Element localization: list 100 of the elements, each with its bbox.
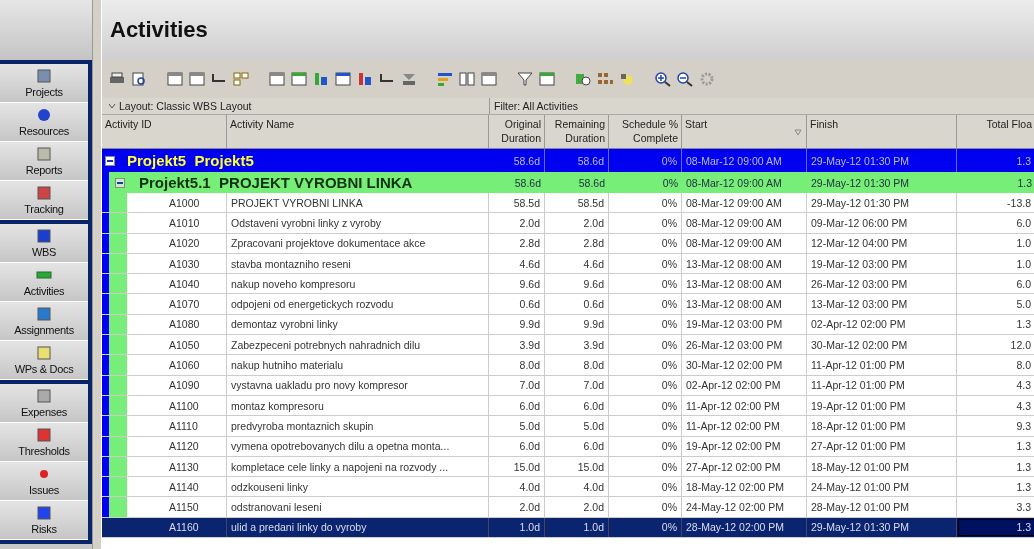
panel-icon[interactable] (268, 71, 286, 87)
project-name: Projekt5 Projekt5 (127, 152, 254, 169)
table-cell: 6.0 (957, 274, 1034, 294)
module-icon (36, 388, 52, 404)
table-cell: 6.0d (489, 395, 545, 416)
table-cell: 24-May-12 02:00 PM (682, 497, 807, 517)
activity-id: A1000 (127, 193, 227, 213)
table-cell: 0.6d (545, 294, 609, 314)
activity-id: A1020 (127, 233, 227, 253)
table-cell: 0% (609, 355, 682, 375)
table-cell: 27-Apr-12 01:00 PM (807, 436, 957, 456)
sidebar-item[interactable]: WPs & Docs (0, 341, 88, 380)
bulb-icon[interactable] (618, 71, 636, 87)
document-icon (36, 345, 52, 361)
table-cell: 2.0d (545, 497, 609, 517)
activity-id: A1080 (127, 314, 227, 335)
table-cell: 11-Apr-12 02:00 PM (682, 416, 807, 436)
sidebar-item[interactable]: Activities (0, 263, 88, 302)
sidebar-item[interactable]: WBS (0, 224, 88, 263)
activity-row[interactable]: A1150 odstranovani leseni 2.0d 2.0d 0% 24-May-12 02:00 PM 28-May-12 01:00 PM 3.3 (102, 497, 1034, 518)
activity-row[interactable]: A1130 kompletace cele linky a napojeni na rozvody ... 15.0d 15.0d 0% 27-Apr-12 02:00 PM 18-May-12 01:00 PM 1.3 (102, 456, 1034, 478)
table-cell: 2.0d (489, 213, 545, 233)
panel-icon[interactable] (538, 71, 556, 87)
table-cell: 58.5d (545, 193, 609, 213)
column-header[interactable]: Start (682, 115, 807, 148)
sidebar-item[interactable]: Risks (0, 501, 88, 540)
table-cell: 1.3 (957, 477, 1034, 497)
activity-row[interactable]: A1060 nakup hutniho materialu 8.0d 8.0d 0% 30-Mar-12 02:00 PM 11-Apr-12 01:00 PM 8.0 (102, 355, 1034, 376)
panel-icon[interactable] (480, 71, 498, 87)
table-cell: 5.0d (545, 416, 609, 436)
table-cell: 24-May-12 01:00 PM (807, 477, 957, 497)
activity-row[interactable]: A1140 odzkouseni linky 4.0d 4.0d 0% 18-May-12 02:00 PM 24-May-12 01:00 PM 1.3 (102, 477, 1034, 498)
sidebar-item[interactable]: Issues (0, 462, 88, 501)
panel-icon[interactable] (290, 71, 308, 87)
layout-label[interactable]: Layout: Classic WBS Layout (119, 100, 252, 112)
bars-icon[interactable] (312, 71, 330, 87)
table-cell: 4.0d (489, 477, 545, 497)
activity-row[interactable]: A1080 demontaz vyrobni linky 9.9d 9.9d 0% 19-Mar-12 03:00 PM 02-Apr-12 02:00 PM 1.3 (102, 314, 1034, 336)
table-cell: 1.0 (957, 253, 1034, 274)
column-header[interactable]: Activity ID (102, 115, 227, 148)
table-cell: 2.0d (489, 497, 545, 517)
sidebar-item[interactable]: Tracking (0, 181, 88, 220)
activity-name: Zabezpeceni potrebnych nahradnich dilu (227, 335, 489, 355)
column-header[interactable]: Remaining Duration (545, 115, 609, 148)
table-cell: 9.6d (489, 274, 545, 294)
zoom-in-icon[interactable] (654, 71, 672, 87)
column-header[interactable]: Schedule % Complete (609, 115, 682, 148)
zoom-out-icon[interactable] (676, 71, 694, 87)
activity-row[interactable]: A1110 predvyroba montaznich skupin 5.0d 5.0d 0% 11-Apr-12 02:00 PM 18-Apr-12 01:00 PM 9.3 (102, 416, 1034, 437)
activity-row[interactable]: A1120 vymena opotrebovanych dilu a opetna monta... 6.0d 6.0d 0% 19-Apr-12 02:00 PM 27-Apr-12 01:00 PM 1.3 (102, 436, 1034, 457)
activity-id: A1150 (127, 497, 227, 517)
sidebar-item[interactable]: Projects (0, 64, 88, 103)
table-cell: 26-Mar-12 03:00 PM (682, 335, 807, 355)
sidebar-item[interactable]: Resources (0, 103, 88, 142)
activity-row[interactable]: A1020 Zpracovani projektove dokumentace akce 2.8d 2.8d 0% 08-Mar-12 09:00 AM 12-Mar-12 04:00 PM 1.0 (102, 233, 1034, 254)
nodes-icon[interactable] (232, 71, 250, 87)
activity-row[interactable]: A1050 Zabezpeceni potrebnych nahradnich dilu 3.9d 3.9d 0% 26-Mar-12 03:00 PM 30-Mar-12 02:00 PM 12.0 (102, 335, 1034, 356)
table-cell: 6.0d (489, 436, 545, 456)
activity-row[interactable]: A1160 ulid a predani linky do vyroby 1.0d 1.0d 0% 28-May-12 02:00 PM 29-May-12 01:30 PM 1.3 (102, 517, 1034, 539)
collapse-toggle[interactable] (105, 155, 115, 166)
clock-icon[interactable] (574, 71, 592, 87)
activity-id: A1110 (127, 416, 227, 436)
column-header[interactable]: Original Duration (489, 115, 545, 148)
activity-id: A1010 (127, 213, 227, 233)
caret-icon[interactable] (108, 103, 116, 109)
activity-row[interactable]: A1070 odpojeni od energetickych rozvodu 0.6d 0.6d 0% 13-Mar-12 08:00 AM 13-Mar-12 03:00 PM 5.0 (102, 294, 1034, 315)
table-cell: 11-Apr-12 01:00 PM (807, 355, 957, 375)
scale-icon[interactable] (400, 71, 418, 87)
columns-icon[interactable] (458, 71, 476, 87)
bars-icon[interactable] (436, 71, 454, 87)
activity-row[interactable]: A1010 Odstaveni vyrobni linky z vyroby 2.0d 2.0d 0% 08-Mar-12 09:00 AM 09-Mar-12 06:00 PM 6.0 (102, 213, 1034, 234)
table-cell: -13.8 (957, 193, 1034, 213)
table-cell: 58.5d (489, 193, 545, 213)
column-header[interactable]: Activity Name (227, 115, 489, 148)
sidebar-item[interactable]: Reports (0, 142, 88, 181)
sidebar-item[interactable]: Thresholds (0, 423, 88, 462)
table-cell: 18-May-12 02:00 PM (682, 477, 807, 497)
column-header[interactable]: Finish (807, 115, 957, 148)
collapse-toggle[interactable] (115, 177, 125, 188)
table-cell: 0% (609, 517, 682, 538)
activity-row[interactable]: A1030 stavba montazniho reseni 4.6d 4.6d 0% 13-Mar-12 08:00 AM 19-Mar-12 03:00 PM 1.0 (102, 253, 1034, 275)
sidebar-item[interactable]: Assignments (0, 302, 88, 341)
activity-id: A1140 (127, 477, 227, 497)
table-cell: 19-Apr-12 01:00 PM (807, 395, 957, 416)
sidebar-item[interactable]: Expenses (0, 384, 88, 423)
table-cell: 15.0d (545, 456, 609, 477)
table-cell: 19-Mar-12 03:00 PM (682, 314, 807, 335)
table-cell: 1.0d (545, 517, 609, 538)
activity-row[interactable]: A1090 vystavna uakladu pro novy kompresor 7.0d 7.0d 0% 02-Apr-12 02:00 PM 11-Apr-12 01:00 PM 4.3 (102, 375, 1034, 396)
print-preview-icon[interactable] (130, 71, 148, 87)
table-cell: 0% (609, 456, 682, 477)
activity-row[interactable]: A1040 nakup noveho kompresoru 9.6d 9.6d 0% 13-Mar-12 08:00 AM 26-Mar-12 03:00 PM 6.0 (102, 274, 1034, 295)
filter-label[interactable]: Filter: All Activities (494, 100, 579, 112)
column-header[interactable]: Total Floa (957, 115, 1034, 148)
filter-icon[interactable] (516, 71, 534, 87)
activity-row[interactable]: A1100 montaz kompresoru 6.0d 6.0d 0% 11-Apr-12 02:00 PM 19-Apr-12 01:00 PM 4.3 (102, 395, 1034, 417)
bars-icon[interactable] (356, 71, 374, 87)
activity-row[interactable]: A1000 PROJEKT VYROBNI LINKA 58.5d 58.5d 0% 08-Mar-12 09:00 AM 29-May-12 01:30 PM -13.8 (102, 193, 1034, 214)
panel-icon[interactable] (334, 71, 352, 87)
table-icon[interactable] (166, 71, 184, 87)
